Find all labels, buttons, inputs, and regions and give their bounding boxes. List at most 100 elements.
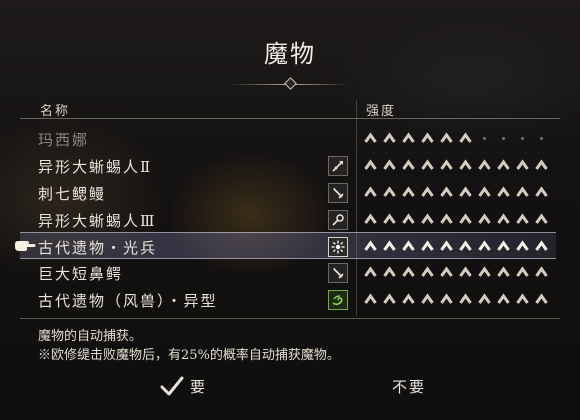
strength-chevron-icon (497, 186, 510, 198)
staff-icon (328, 210, 348, 230)
pointing-hand-cursor-icon (14, 237, 36, 253)
strength-chevron-icon (478, 293, 491, 305)
strength-chevron-icon (497, 293, 510, 305)
strength-chevron-icon (402, 186, 415, 198)
strength-chevron-icon (459, 132, 472, 144)
sword-icon (328, 263, 348, 283)
strength-chevron-icon (383, 186, 396, 198)
checkmark-icon (160, 376, 184, 396)
strength-chevron-icon (421, 159, 434, 171)
strength-chevron-icon (383, 266, 396, 278)
strength-chevron-icon (421, 266, 434, 278)
monster-name: 古代遗物（风兽）・异型 (38, 292, 218, 310)
strength-chevron-icon (421, 213, 434, 225)
strength-chevron-icon (459, 266, 472, 278)
footer-divider (20, 318, 560, 319)
monster-name: 刺七鳃鳗 (38, 185, 107, 203)
strength-chevron-icon (516, 266, 529, 278)
light-burst-icon (328, 237, 348, 257)
yes-button-label: 要 (190, 377, 208, 396)
monster-name: 异形大蜥蜴人Ⅲ (38, 212, 157, 230)
spear-icon (328, 156, 348, 176)
description-note: ※欧修缇击败魔物后，有25%的概率自动捕获魔物。 (38, 348, 340, 363)
strength-chevron-icon (535, 266, 548, 278)
strength-chevron-icon (459, 186, 472, 198)
strength-chevron-icon (497, 266, 510, 278)
strength-chevron-icon (364, 186, 377, 198)
strength-chevron-icon (516, 240, 529, 252)
strength-chevron-icon (364, 159, 377, 171)
strength-chevron-icon (535, 293, 548, 305)
strength-chevron-icon (383, 132, 396, 144)
monster-row[interactable]: 古代遗物・光兵 (15, 232, 556, 259)
strength-chevron-icon (383, 293, 396, 305)
strength-chevron-icon (440, 159, 453, 171)
strength-chevron-icon (478, 266, 491, 278)
monster-name: 玛西娜 (38, 131, 90, 149)
strength-chevron-icon (402, 293, 415, 305)
strength-empty-dot (535, 132, 548, 144)
monster-row[interactable]: 巨大短鼻鳄 (20, 259, 556, 286)
strength-chevron-icon (497, 213, 510, 225)
strength-chevron-icon (516, 293, 529, 305)
strength-chevron-icon (535, 240, 548, 252)
monster-row[interactable]: 古代遗物（风兽）・异型 (20, 286, 556, 313)
strength-chevron-icon (402, 159, 415, 171)
strength-chevron-icon (383, 159, 396, 171)
strength-chevron-icon (364, 240, 377, 252)
strength-chevron-icon (421, 132, 434, 144)
strength-chevron-icon (440, 266, 453, 278)
description-title: 魔物的自动捕获。 (38, 329, 143, 344)
strength-chevron-icon (440, 132, 453, 144)
strength-chevron-icon (440, 213, 453, 225)
monster-name: 巨大短鼻鳄 (38, 265, 124, 283)
strength-chevron-icon (364, 293, 377, 305)
strength-chevron-icon (535, 186, 548, 198)
strength-chevron-icon (478, 186, 491, 198)
strength-rating (364, 209, 554, 229)
strength-chevron-icon (459, 159, 472, 171)
strength-chevron-icon (364, 132, 377, 144)
strength-chevron-icon (459, 240, 472, 252)
strength-chevron-icon (402, 266, 415, 278)
strength-chevron-icon (421, 240, 434, 252)
strength-chevron-icon (497, 240, 510, 252)
strength-rating (364, 236, 554, 256)
strength-chevron-icon (383, 240, 396, 252)
sword-icon (328, 183, 348, 203)
monster-row[interactable]: 异形大蜥蜴人Ⅲ (20, 206, 556, 233)
strength-chevron-icon (383, 213, 396, 225)
strength-chevron-icon (402, 213, 415, 225)
monster-row[interactable]: 异形大蜥蜴人Ⅱ (20, 152, 556, 179)
strength-chevron-icon (516, 213, 529, 225)
monster-name: 异形大蜥蜴人Ⅱ (38, 158, 153, 176)
strength-chevron-icon (516, 159, 529, 171)
header-divider (20, 118, 560, 119)
strength-rating (364, 128, 554, 148)
strength-rating (364, 289, 554, 309)
yes-button[interactable]: 要 (160, 374, 207, 398)
strength-rating (364, 182, 554, 202)
column-header-name: 名称 (40, 104, 71, 119)
wind-icon (328, 290, 348, 310)
strength-chevron-icon (459, 213, 472, 225)
strength-chevron-icon (478, 213, 491, 225)
strength-chevron-icon (535, 159, 548, 171)
strength-chevron-icon (535, 213, 548, 225)
strength-chevron-icon (440, 186, 453, 198)
monster-name: 古代遗物・光兵 (38, 239, 158, 257)
strength-chevron-icon (421, 186, 434, 198)
strength-chevron-icon (421, 293, 434, 305)
monster-row[interactable]: 刺七鳃鳗 (20, 179, 556, 206)
strength-chevron-icon (440, 240, 453, 252)
strength-chevron-icon (402, 240, 415, 252)
strength-empty-dot (478, 132, 491, 144)
strength-chevron-icon (402, 132, 415, 144)
monster-row[interactable]: 玛西娜 (20, 125, 556, 152)
strength-chevron-icon (364, 213, 377, 225)
no-button[interactable]: 不要 (392, 374, 426, 398)
strength-chevron-icon (459, 293, 472, 305)
strength-chevron-icon (478, 240, 491, 252)
strength-chevron-icon (497, 159, 510, 171)
strength-empty-dot (497, 132, 510, 144)
